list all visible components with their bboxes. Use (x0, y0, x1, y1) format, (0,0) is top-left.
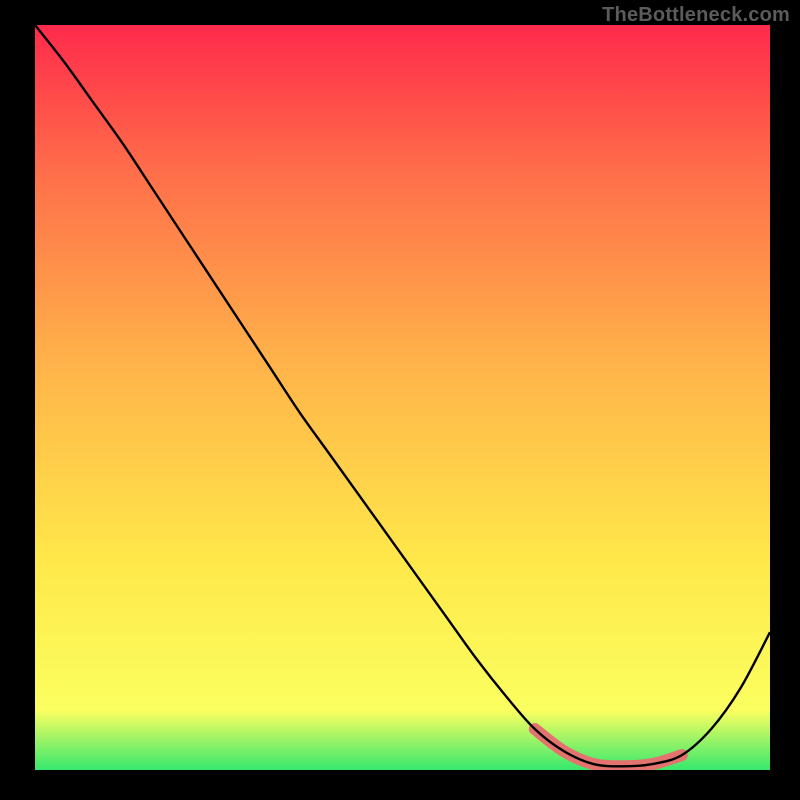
chart-stage: TheBottleneck.com (0, 0, 800, 800)
bottleneck-plot (35, 25, 770, 770)
watermark-label: TheBottleneck.com (602, 4, 790, 27)
gradient-background (35, 25, 770, 770)
plot-svg (35, 25, 770, 770)
